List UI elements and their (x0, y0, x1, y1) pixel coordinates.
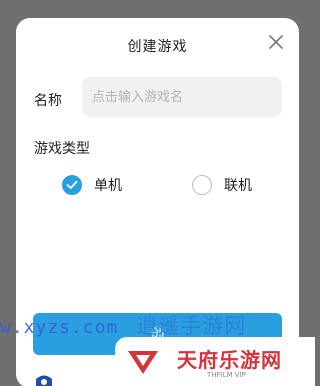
logo-mark-icon (128, 351, 158, 374)
logo-name: 天府乐游网 (177, 348, 282, 372)
name-label: 名称 (34, 93, 62, 109)
partial-app-icon (36, 375, 52, 386)
radio-unchecked-icon[interactable] (192, 175, 212, 195)
close-icon (269, 35, 283, 49)
site-watermark: w.xyzs.com 逍遥手游网 (0, 310, 246, 340)
option-single-player[interactable]: 单机 (62, 173, 122, 197)
site-watermark-url: w.xyzs.com (0, 317, 119, 338)
game-name-input[interactable] (82, 77, 282, 117)
site-watermark-name: 逍遥手游网 (136, 314, 247, 338)
option-single-label: 单机 (94, 178, 122, 194)
screen: 创建游戏 名称 游戏类型 单机 联机 创 w.xyzs.c (0, 0, 315, 386)
option-online-label: 联机 (224, 178, 252, 194)
logo-watermark: 天府乐游网 THFILM VIP (115, 337, 315, 386)
option-online[interactable]: 联机 (192, 173, 252, 197)
dialog-title: 创建游戏 (127, 39, 188, 55)
logo-subtitle: THFILM VIP (207, 371, 246, 379)
game-type-label: 游戏类型 (34, 141, 90, 157)
radio-checked-icon[interactable] (62, 175, 82, 195)
close-button[interactable] (266, 32, 286, 52)
